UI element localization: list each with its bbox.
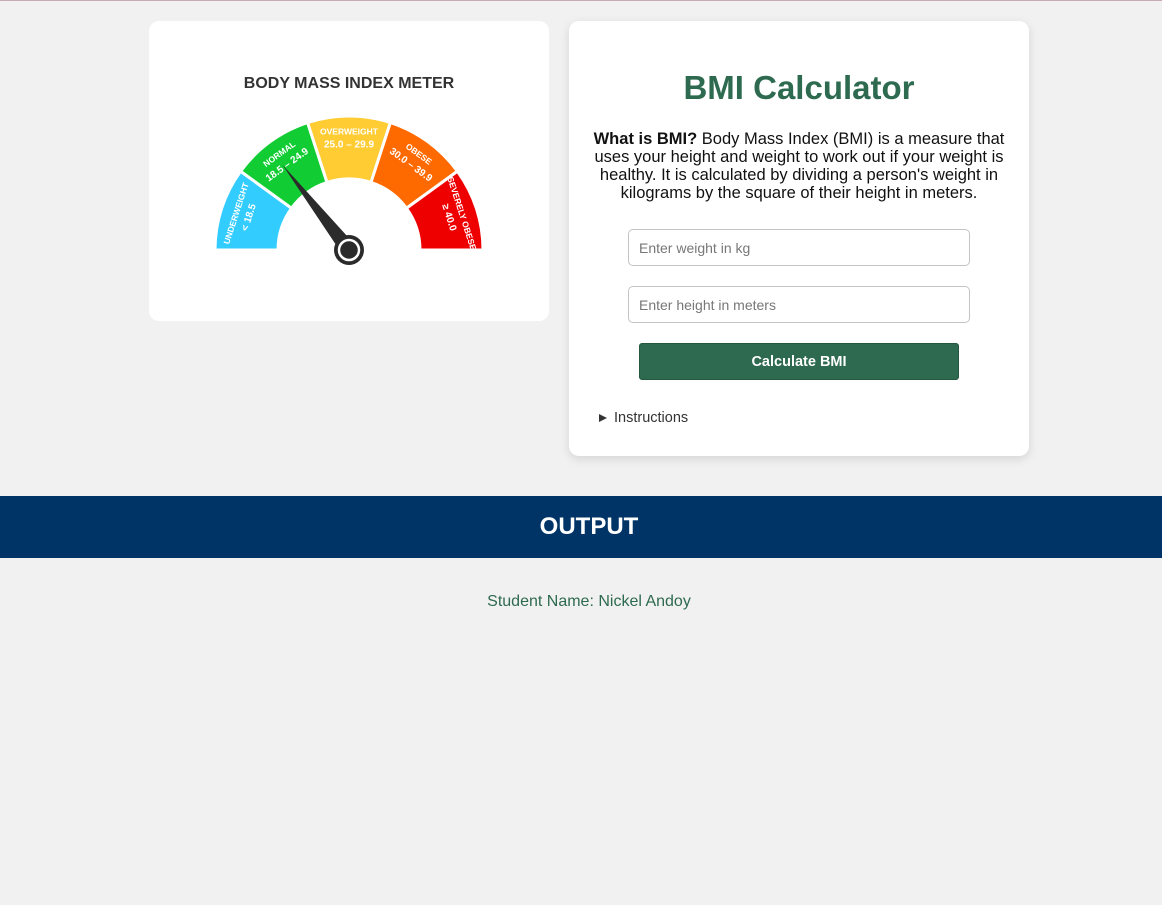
calculator-title: BMI Calculator: [683, 69, 915, 106]
output-header: OUTPUT: [0, 496, 1162, 558]
meter-title: BODY MASS INDEX METER: [244, 75, 455, 92]
top-border: [0, 0, 1162, 1]
calculate-bmi-button[interactable]: Calculate BMI: [639, 343, 959, 380]
height-input[interactable]: [628, 286, 970, 323]
student-name: Student Name: Nickel Andoy: [487, 593, 691, 610]
gauge-range-label: 25.0 – 29.9: [324, 140, 374, 151]
bmi-meter-gauge: BODY MASS INDEX METERUNDERWEIGHT< 18.5NO…: [213, 75, 485, 265]
bmi-description: What is BMI? Body Mass Index (BMI) is a …: [593, 130, 1005, 202]
instructions-label: Instructions: [614, 410, 689, 426]
gauge-label: OVERWEIGHT: [320, 126, 379, 136]
description-heading: What is BMI?: [593, 130, 698, 148]
output-title: OUTPUT: [539, 513, 639, 540]
instructions-toggle[interactable]: Instructions: [599, 410, 688, 426]
bmi-meter-card: BODY MASS INDEX METER UNDERWEIGHT < 18.5 NO…: [149, 21, 549, 321]
disclosure-triangle-icon: [599, 414, 607, 422]
bmi-calculator-card: BMI Calculator What is BMI? Body Mass In…: [569, 21, 1029, 456]
weight-input[interactable]: [628, 229, 970, 266]
